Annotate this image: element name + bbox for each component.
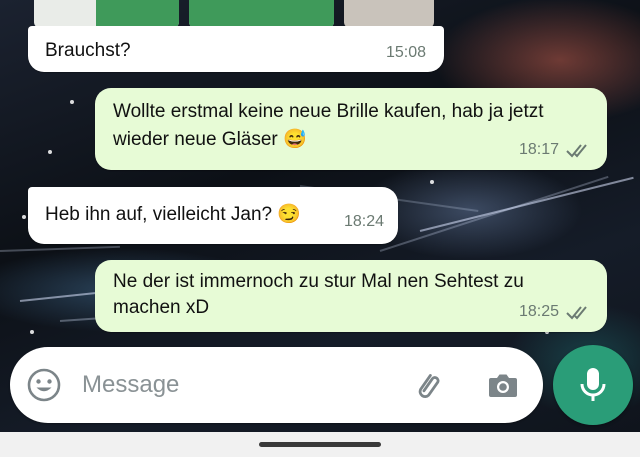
double-check-icon — [566, 306, 587, 320]
message-time: 15:08 — [385, 44, 426, 61]
image-thumbnail[interactable] — [34, 0, 179, 28]
message-text: Ne der ist immernoch zu stur Mal nen Seh… — [113, 271, 524, 318]
message-incoming[interactable]: Brauchst? 15:08 — [28, 26, 444, 72]
image-message-thumbnails[interactable] — [34, 0, 434, 28]
emoji-icon[interactable] — [24, 365, 64, 405]
system-navigation-bar — [0, 432, 640, 457]
voice-message-button[interactable] — [553, 345, 633, 425]
message-time: 18:25 — [519, 298, 593, 326]
paperclip-icon[interactable] — [408, 365, 448, 405]
message-composer — [10, 347, 543, 423]
image-thumbnail[interactable] — [344, 0, 434, 28]
double-check-icon — [566, 144, 587, 158]
microphone-icon — [580, 368, 606, 401]
home-gesture-handle[interactable] — [259, 442, 381, 447]
message-outgoing[interactable]: Wollte erstmal keine neue Brille kaufen,… — [95, 88, 607, 170]
message-text: Wollte erstmal keine neue Brille kaufen,… — [113, 101, 544, 150]
message-incoming[interactable]: Heb ihn auf, vielleicht Jan? 😏 18:24 — [28, 187, 398, 244]
message-outgoing[interactable]: Ne der ist immernoch zu stur Mal nen Seh… — [95, 260, 607, 332]
message-text: Brauchst? — [45, 40, 131, 61]
message-input[interactable] — [82, 365, 382, 405]
message-text: Heb ihn auf, vielleicht Jan? 😏 — [45, 204, 302, 225]
camera-icon[interactable] — [483, 365, 523, 405]
message-time: 18:24 — [343, 213, 384, 230]
message-time: 18:17 — [519, 136, 593, 164]
smirk-emoji-icon: 😏 — [277, 204, 302, 225]
grinning-sweat-emoji-icon: 😅 — [283, 129, 307, 150]
image-thumbnail[interactable] — [189, 0, 334, 28]
